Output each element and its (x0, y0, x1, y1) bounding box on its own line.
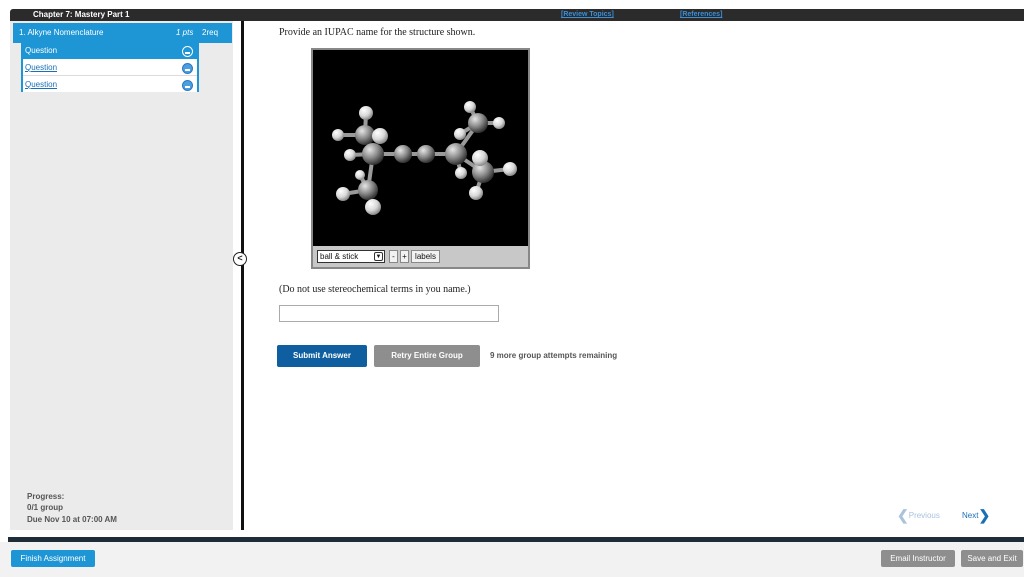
question-list: Question Question Question (21, 43, 199, 92)
attempts-remaining: 9 more group attempts remaining (490, 351, 618, 360)
zoom-in-button[interactable]: + (400, 250, 409, 263)
answer-input[interactable] (279, 305, 499, 322)
sidebar: 1. Alkyne Nomenclature 1 pts 2req Questi… (10, 21, 233, 530)
progress-value: 0/1 group (27, 503, 64, 512)
status-minus-icon (182, 63, 193, 74)
molecule-3d-image[interactable] (313, 50, 528, 246)
references-link[interactable]: [References] (680, 9, 722, 21)
assignment-page: Chapter 7: Mastery Part 1 [Review Topics… (0, 0, 1024, 577)
labels-button[interactable]: labels (411, 250, 440, 263)
review-topics-link[interactable]: [Review Topics] (561, 9, 614, 21)
chapter-title: Chapter 7: Mastery Part 1 (33, 10, 130, 19)
next-button[interactable]: Next❯ (962, 507, 990, 524)
molecule-viewer[interactable]: ball & stick ▼ - + labels (311, 48, 530, 269)
question-prompt: Provide an IUPAC name for the structure … (279, 27, 476, 38)
question-label: Question (25, 63, 58, 72)
zoom-out-button[interactable]: - (389, 250, 398, 263)
chevron-right-icon: ❯ (978, 507, 991, 523)
question-item[interactable]: Question (23, 43, 197, 59)
top-bar: Chapter 7: Mastery Part 1 [Review Topics… (10, 9, 1024, 21)
save-exit-button[interactable]: Save and Exit (961, 550, 1023, 567)
chevron-down-icon: ▼ (374, 252, 383, 261)
status-minus-icon (182, 46, 193, 57)
question-item[interactable]: Question (23, 77, 197, 93)
display-mode-select[interactable]: ball & stick ▼ (317, 250, 385, 263)
question-note: (Do not use stereochemical terms in you … (279, 284, 471, 295)
collapse-sidebar-icon[interactable]: < (233, 252, 247, 266)
assignment-required: 2req (202, 28, 219, 37)
submit-answer-button[interactable]: Submit Answer (277, 345, 367, 367)
footer-bar (0, 542, 1024, 577)
previous-label: Previous (908, 511, 940, 520)
assignment-points: 1 pts (176, 28, 194, 37)
question-label: Question (25, 46, 58, 55)
question-label: Question (25, 80, 58, 89)
finish-assignment-button[interactable]: Finish Assignment (11, 550, 95, 567)
previous-button[interactable]: ❮Previous (897, 507, 940, 524)
assignment-item[interactable]: 1. Alkyne Nomenclature 1 pts 2req (13, 23, 232, 43)
question-item[interactable]: Question (23, 60, 197, 76)
status-minus-icon (182, 80, 193, 91)
email-instructor-button[interactable]: Email Instructor (881, 550, 955, 567)
next-label: Next (962, 511, 979, 520)
progress-label: Progress: (27, 492, 65, 501)
viewer-controls: ball & stick ▼ - + labels (313, 246, 528, 267)
retry-group-button[interactable]: Retry Entire Group (374, 345, 480, 367)
sidebar-divider (241, 21, 244, 530)
chevron-left-icon: ❮ (897, 507, 909, 523)
assignment-name: 1. Alkyne Nomenclature (19, 28, 104, 37)
due-date: Due Nov 10 at 07:00 AM (27, 515, 117, 524)
display-mode-value: ball & stick (320, 252, 359, 261)
